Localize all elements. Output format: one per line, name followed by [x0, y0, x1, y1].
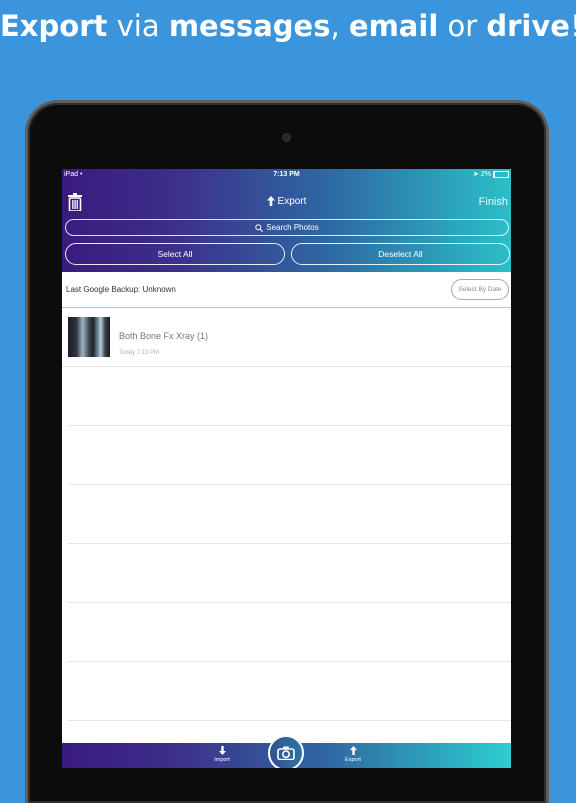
deselect-all-button[interactable]: Deselect All — [291, 243, 510, 265]
photo-thumbnail[interactable] — [68, 317, 110, 357]
export-arrow-icon — [349, 746, 357, 755]
export-arrow-icon — [266, 196, 275, 207]
location-icon: ➤ — [473, 171, 479, 178]
tab-export[interactable]: Export — [333, 746, 373, 764]
status-time: 7:13 PM — [273, 171, 300, 178]
search-icon — [255, 224, 264, 232]
empty-row — [68, 602, 511, 603]
empty-row — [68, 720, 511, 721]
empty-row — [68, 543, 511, 544]
search-placeholder: Search Photos — [266, 223, 319, 232]
page-title: Export — [62, 195, 511, 209]
header: iPad • 7:13 PM ➤ 2% Export Finish Search… — [62, 169, 511, 272]
front-camera — [283, 134, 290, 141]
promo-word-or: or — [438, 9, 487, 43]
finish-button[interactable]: Finish — [479, 195, 508, 209]
page-title-label: Export — [277, 196, 307, 207]
promo-word-drive: drive — [486, 9, 570, 43]
backup-bar: Last Google Backup: Unknown Select By Da… — [62, 272, 511, 308]
promo-headline: Export via messages, email or drive! — [0, 8, 576, 44]
backup-status: Last Google Backup: Unknown — [66, 285, 176, 294]
promo-exclamation: ! — [570, 9, 576, 43]
tab-bar: Import Export — [62, 735, 511, 768]
promo-word-export: Export — [0, 9, 108, 43]
promo-word-via: via — [107, 9, 169, 43]
status-battery: ➤ 2% — [473, 169, 509, 180]
empty-row — [68, 484, 511, 485]
photo-date: Today 7:13 PM — [119, 350, 160, 356]
promo-word-email: email — [348, 9, 439, 43]
battery-icon — [493, 170, 509, 178]
empty-row — [68, 661, 511, 662]
import-arrow-icon — [218, 746, 226, 755]
promo-word-messages: messages — [168, 9, 331, 43]
empty-row — [68, 425, 511, 426]
promo-comma: , — [330, 9, 349, 43]
select-all-button[interactable]: Select All — [65, 243, 285, 265]
camera-icon — [277, 746, 295, 760]
app-screen: iPad • 7:13 PM ➤ 2% Export Finish Search… — [62, 169, 511, 768]
tab-export-label: Export — [345, 757, 361, 763]
status-bar: iPad • 7:13 PM ➤ 2% — [62, 169, 511, 180]
camera-button[interactable] — [268, 735, 304, 768]
select-by-date-button[interactable]: Select By Date — [451, 279, 509, 300]
photo-row[interactable]: Both Bone Fx Xray (1) Today 7:13 PM — [62, 308, 511, 367]
search-input[interactable]: Search Photos — [65, 219, 509, 236]
tab-import-label: Import — [214, 757, 230, 763]
tab-import[interactable]: Import — [202, 746, 242, 764]
photo-name: Both Bone Fx Xray (1) — [119, 331, 209, 341]
